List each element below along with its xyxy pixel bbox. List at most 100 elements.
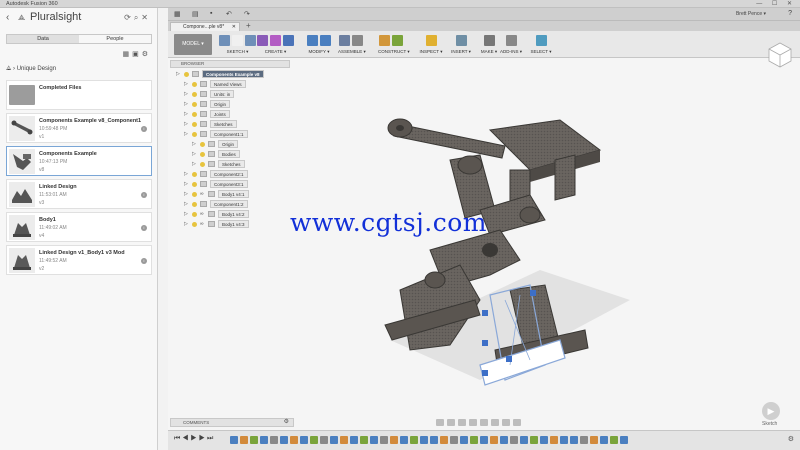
timeline-feature-icon[interactable]: [600, 436, 608, 444]
info-icon[interactable]: i: [141, 126, 147, 132]
tool-icon[interactable]: [455, 34, 467, 46]
list-item[interactable]: Body1 11:49:02 AM v4 i: [6, 212, 152, 242]
timeline-feature-icon[interactable]: [320, 436, 328, 444]
timeline-feature-icon[interactable]: [290, 436, 298, 444]
expand-arrow-icon[interactable]: ▷: [184, 110, 188, 118]
timeline-feature-icon[interactable]: [590, 436, 598, 444]
tool-icon[interactable]: [379, 34, 390, 46]
tool-icon[interactable]: [219, 34, 230, 46]
look-at-icon[interactable]: [447, 419, 455, 426]
browser-panel-header[interactable]: BROWSER: [170, 60, 290, 68]
tool-icon[interactable]: [257, 34, 268, 46]
toolbar-group[interactable]: SELECT ▾: [528, 33, 554, 56]
grid-settings-icon[interactable]: [502, 419, 510, 426]
timeline-feature-icon[interactable]: [400, 436, 408, 444]
toolbar-group[interactable]: MODIFY ▾: [306, 33, 332, 56]
toolbar-group[interactable]: INSPECT ▾: [418, 33, 444, 56]
expand-arrow-icon[interactable]: ▷: [184, 180, 188, 188]
display-settings-icon[interactable]: [491, 419, 499, 426]
refresh-icon[interactable]: ⟳: [124, 13, 134, 22]
toolbar-group[interactable]: CREATE ▾: [256, 33, 295, 56]
visibility-bulb-icon[interactable]: [192, 222, 197, 227]
list-item[interactable]: Linked Design v1_Body1 v3 Mod 11:49:52 A…: [6, 245, 152, 275]
tree-node[interactable]: ▷ Units: in: [176, 90, 286, 100]
pan-icon[interactable]: [458, 419, 466, 426]
folder-item[interactable]: Completed Files: [6, 80, 152, 110]
tool-icon[interactable]: [245, 34, 256, 46]
visibility-bulb-icon[interactable]: [192, 192, 197, 197]
timeline-feature-icon[interactable]: [470, 436, 478, 444]
visibility-bulb-icon[interactable]: [200, 162, 205, 167]
tree-node[interactable]: ▷ Joints: [176, 110, 286, 120]
close-tab-icon[interactable]: ✕: [232, 23, 236, 31]
timeline-feature-icon[interactable]: [480, 436, 488, 444]
timeline-feature-icon[interactable]: [500, 436, 508, 444]
visibility-bulb-icon[interactable]: [192, 122, 197, 127]
timeline-feature-icon[interactable]: [520, 436, 528, 444]
visibility-bulb-icon[interactable]: [200, 152, 205, 157]
timeline-feature-icon[interactable]: [430, 436, 438, 444]
timeline-feature-icon[interactable]: [460, 436, 468, 444]
tree-node[interactable]: ▷ ∞ Body1 v4:3: [176, 220, 286, 230]
toolbar-group[interactable]: ASSEMBLE ▾: [338, 33, 366, 56]
timeline-feature-icon[interactable]: [390, 436, 398, 444]
save-icon[interactable]: ▪: [210, 10, 212, 17]
file-icon[interactable]: ▤: [192, 10, 199, 18]
new-folder-icon[interactable]: ▦: [122, 51, 132, 58]
tool-icon[interactable]: [339, 34, 350, 46]
viewport-settings-icon[interactable]: [513, 419, 521, 426]
window-controls[interactable]: — ☐ ✕: [756, 0, 796, 8]
timeline-feature-icon[interactable]: [530, 436, 538, 444]
workspace-switcher[interactable]: MODEL ▾: [174, 34, 212, 55]
timeline-feature-icon[interactable]: [540, 436, 548, 444]
timeline-feature-icon[interactable]: [570, 436, 578, 444]
timeline-feature-icon[interactable]: [360, 436, 368, 444]
timeline-feature-icon[interactable]: [420, 436, 428, 444]
tab-data[interactable]: Data: [7, 35, 79, 43]
timeline-feature-icon[interactable]: [260, 436, 268, 444]
toolbar-group[interactable]: ADD-INS ▾: [498, 33, 524, 56]
expand-arrow-icon[interactable]: ▷: [184, 170, 188, 178]
undo-icon[interactable]: ↶: [226, 10, 232, 18]
timeline-feature-icon[interactable]: [230, 436, 238, 444]
user-menu[interactable]: Brett Pence ▾: [736, 11, 766, 17]
fit-icon[interactable]: [480, 419, 488, 426]
timeline-feature-icon[interactable]: [310, 436, 318, 444]
timeline-feature-icon[interactable]: [350, 436, 358, 444]
tool-icon[interactable]: [425, 34, 437, 46]
tree-node[interactable]: ▷ Named Views: [176, 80, 286, 90]
timeline-feature-icon[interactable]: [490, 436, 498, 444]
tree-node[interactable]: ▷ Sketches: [176, 160, 286, 170]
view-cube-icon[interactable]: [768, 42, 792, 68]
breadcrumb[interactable]: ⟁ › Unique Design: [6, 66, 56, 73]
visibility-bulb-icon[interactable]: [184, 72, 189, 77]
timeline-feature-icon[interactable]: [410, 436, 418, 444]
timeline-feature-icon[interactable]: [560, 436, 568, 444]
visibility-bulb-icon[interactable]: [192, 172, 197, 177]
timeline-feature-icon[interactable]: [250, 436, 258, 444]
settings-icon[interactable]: ⚙: [142, 51, 151, 58]
visibility-bulb-icon[interactable]: [192, 132, 197, 137]
tree-node[interactable]: ▷ Origin: [176, 140, 286, 150]
timeline-feature-icon[interactable]: [330, 436, 338, 444]
timeline-feature-icon[interactable]: [550, 436, 558, 444]
timeline-feature-icon[interactable]: [370, 436, 378, 444]
tool-icon[interactable]: [283, 34, 294, 46]
info-icon[interactable]: i: [141, 192, 147, 198]
tool-icon[interactable]: [505, 34, 517, 46]
assembly-model[interactable]: [330, 100, 650, 420]
tool-icon[interactable]: [320, 34, 331, 46]
tree-node[interactable]: ▷ Bodies: [176, 150, 286, 160]
list-item[interactable]: Components Example 10:47:13 PM v8: [6, 146, 152, 176]
visibility-bulb-icon[interactable]: [192, 82, 197, 87]
tool-icon[interactable]: [392, 34, 403, 46]
tool-icon[interactable]: [270, 34, 281, 46]
timeline-feature-icon[interactable]: [240, 436, 248, 444]
timeline-feature-icon[interactable]: [340, 436, 348, 444]
tree-node[interactable]: ▷ ∞ Body1 v4:1: [176, 190, 286, 200]
timeline-feature-icon[interactable]: [620, 436, 628, 444]
document-tab[interactable]: Compone...ple v8* ✕: [170, 22, 240, 31]
visibility-bulb-icon[interactable]: [192, 202, 197, 207]
zoom-icon[interactable]: [469, 419, 477, 426]
expand-arrow-icon[interactable]: ▷: [184, 120, 188, 128]
